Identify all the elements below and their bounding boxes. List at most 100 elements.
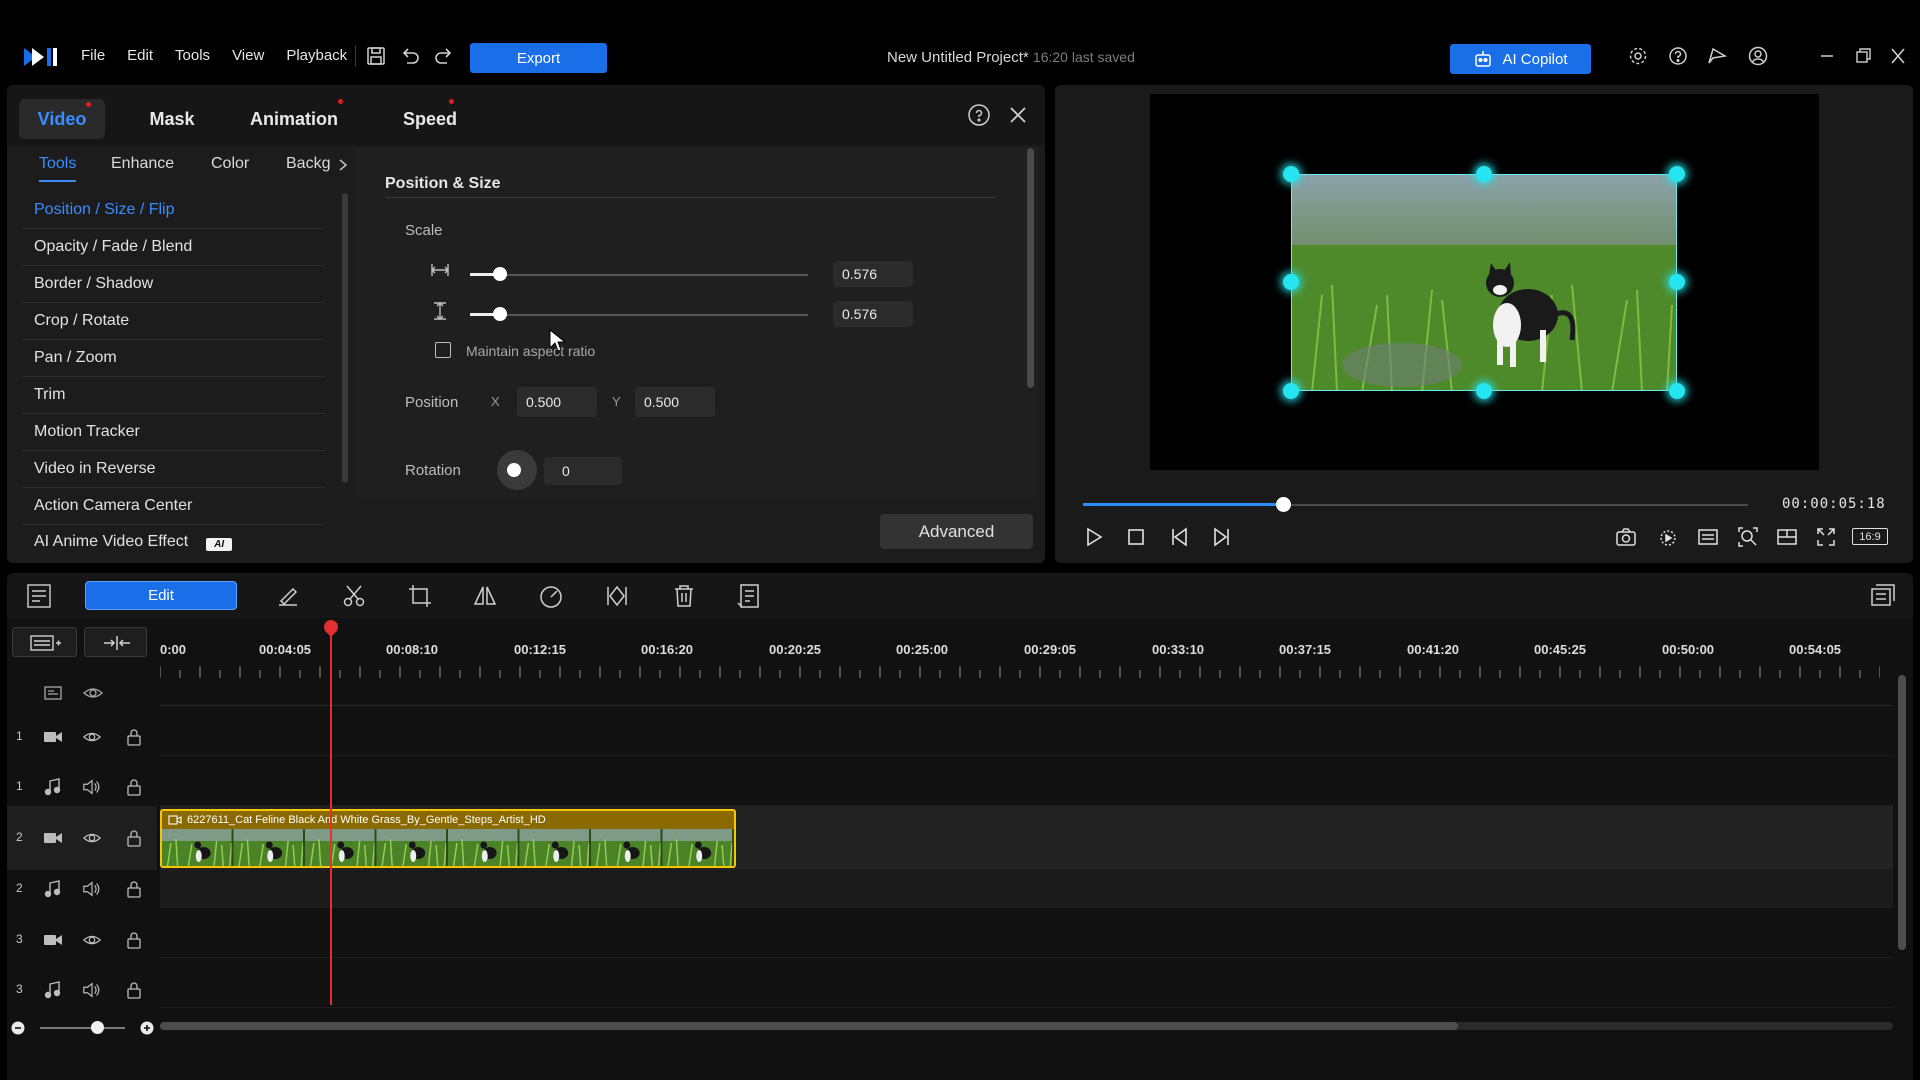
keyframe-icon[interactable] [604,583,630,609]
undo-icon[interactable] [399,46,421,66]
layout-split-icon[interactable] [1776,526,1798,548]
timeline-horizontal-scroll-thumb[interactable] [160,1022,1458,1030]
resize-handle-bottom-left[interactable] [1283,383,1299,399]
restore-icon[interactable] [1852,46,1874,66]
menu-tools[interactable]: Tools [175,47,210,64]
props-scrollbar[interactable] [1027,148,1034,388]
playhead-line[interactable] [330,620,332,1005]
tool-ai-anime-video-effect[interactable]: AI Anime Video Effect AI [23,525,325,551]
save-icon[interactable] [365,46,387,66]
zoom-in-icon[interactable] [140,1021,154,1035]
zoom-preview-icon[interactable] [1737,526,1759,548]
playback-progress-knob[interactable] [1276,497,1291,512]
lock-icon[interactable] [124,931,144,949]
aspect-ratio-button[interactable]: 16:9 [1852,528,1888,545]
menu-edit[interactable]: Edit [127,47,153,64]
resize-handle-top[interactable] [1476,166,1492,182]
video-clip[interactable]: 6227611_Cat Feline Black And White Grass… [160,809,736,868]
lock-icon[interactable] [124,728,144,746]
subtab-color[interactable]: Color [211,155,249,173]
track-lane-video-1[interactable] [160,706,1893,756]
scale-width-input[interactable]: 0.576 [833,261,913,287]
settings-gear-icon[interactable] [1627,46,1649,66]
lock-icon[interactable] [124,880,144,898]
crop-icon[interactable] [407,583,433,609]
render-preview-icon[interactable] [1657,526,1679,548]
menu-file[interactable]: File [81,47,105,64]
lock-icon[interactable] [124,981,144,999]
subtab-enhance[interactable]: Enhance [111,155,174,173]
scale-height-input[interactable]: 0.576 [833,301,913,327]
resize-handle-bottom[interactable] [1476,383,1492,399]
tab-video[interactable]: Video [19,99,105,139]
position-y-input[interactable]: 0.500 [635,387,715,417]
redo-icon[interactable] [433,46,455,66]
fullscreen-icon[interactable] [1815,526,1837,548]
timeline-settings-icon[interactable] [1870,583,1896,609]
visibility-eye-icon[interactable] [82,728,102,746]
play-icon[interactable] [1083,526,1105,548]
export-button[interactable]: Export [470,43,607,73]
tool-opacity-fade-blend[interactable]: Opacity / Fade / Blend [23,229,325,266]
speaker-icon[interactable] [82,778,102,796]
resize-handle-bottom-right[interactable] [1669,383,1685,399]
menu-view[interactable]: View [232,47,264,64]
chevron-right-icon[interactable] [338,158,348,172]
track-lane-audio-2[interactable] [160,870,1893,908]
draw-pen-icon[interactable] [275,583,301,609]
tab-mask[interactable]: Mask [137,99,207,139]
scale-height-track[interactable] [470,314,808,316]
tab-speed[interactable]: Speed [390,99,470,139]
tool-trim[interactable]: Trim [23,377,325,414]
track-lane-audio-3[interactable] [160,958,1893,1008]
delete-trash-icon[interactable] [671,583,697,609]
speaker-icon[interactable] [82,981,102,999]
zoom-slider-track[interactable] [40,1027,125,1029]
tool-motion-tracker[interactable]: Motion Tracker [23,414,325,451]
next-frame-icon[interactable] [1210,526,1232,548]
tool-position-size-flip[interactable]: Position / Size / Flip [23,192,325,229]
tool-list-scrollbar[interactable] [342,193,348,483]
speaker-icon[interactable] [82,880,102,898]
previous-frame-icon[interactable] [1169,526,1191,548]
panel-close-icon[interactable] [1008,105,1028,125]
split-scissors-icon[interactable] [341,583,367,609]
tool-border-shadow[interactable]: Border / Shadow [23,266,325,303]
track-manager-button[interactable] [12,627,77,657]
scale-height-knob[interactable] [493,307,507,321]
advanced-button[interactable]: Advanced [880,514,1033,549]
timeline-vertical-scrollbar[interactable] [1898,675,1906,950]
help-icon[interactable] [1667,46,1689,66]
track-lane-audio-1[interactable] [160,756,1893,806]
subtab-tools[interactable]: Tools [39,155,77,182]
feedback-icon[interactable] [1706,46,1728,66]
tool-pan-zoom[interactable]: Pan / Zoom [23,340,325,377]
ruler-ticks[interactable] [160,664,1880,679]
close-window-icon[interactable] [1887,46,1909,66]
rotation-input[interactable]: 0 [544,457,622,485]
subtitle-list-icon[interactable] [1697,526,1719,548]
storyboard-icon[interactable] [26,583,52,609]
speed-gauge-icon[interactable] [538,583,564,609]
account-icon[interactable] [1747,46,1769,66]
ai-copilot-button[interactable]: AI Copilot [1450,44,1591,74]
resize-handle-top-right[interactable] [1669,166,1685,182]
position-x-input[interactable]: 0.500 [517,387,597,417]
fit-timeline-button[interactable] [84,627,147,657]
rotation-dial-knob[interactable] [507,463,521,477]
scale-width-track[interactable] [470,274,808,276]
scale-width-knob[interactable] [493,267,507,281]
rotation-dial[interactable] [497,450,537,490]
flip-icon[interactable] [472,583,498,609]
zoom-slider-knob[interactable] [91,1021,104,1034]
menu-playback[interactable]: Playback [286,47,347,64]
visibility-eye-icon[interactable] [82,829,102,847]
stop-icon[interactable] [1125,526,1147,548]
tool-video-in-reverse[interactable]: Video in Reverse [23,451,325,488]
tool-action-camera-center[interactable]: Action Camera Center [23,488,325,525]
edit-button[interactable]: Edit [85,581,237,610]
tab-animation[interactable]: Animation [239,99,349,139]
lock-icon[interactable] [124,778,144,796]
zoom-out-icon[interactable] [11,1021,25,1035]
minimize-icon[interactable] [1816,46,1838,66]
